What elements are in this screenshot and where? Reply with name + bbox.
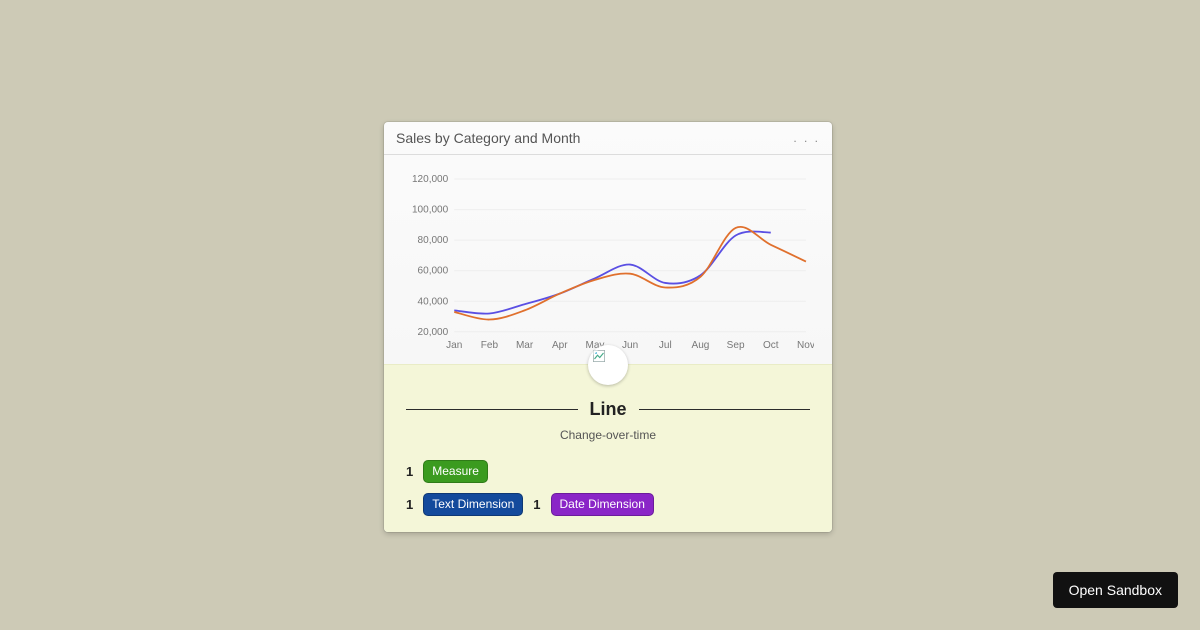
- card-header: Sales by Category and Month . . .: [384, 122, 832, 155]
- svg-text:20,000: 20,000: [418, 327, 449, 338]
- measure-count: 1: [406, 464, 413, 479]
- svg-text:80,000: 80,000: [418, 235, 449, 246]
- svg-text:Oct: Oct: [763, 340, 779, 351]
- pill-row-dimensions: 1 Text Dimension 1 Date Dimension: [406, 493, 810, 516]
- card-more-menu[interactable]: . . .: [793, 131, 820, 145]
- chart-subtitle: Change-over-time: [406, 428, 810, 442]
- svg-text:Feb: Feb: [481, 340, 499, 351]
- svg-text:40,000: 40,000: [418, 296, 449, 307]
- date-dimension-count: 1: [533, 497, 540, 512]
- svg-text:60,000: 60,000: [418, 266, 449, 277]
- avatar: [588, 345, 628, 385]
- date-dimension-pill[interactable]: Date Dimension: [551, 493, 654, 516]
- line-chart: 20,000 40,000 60,000 80,000 100,000 120,000 Ja…: [402, 169, 814, 360]
- svg-text:Aug: Aug: [692, 340, 710, 351]
- text-dimension-count: 1: [406, 497, 413, 512]
- svg-text:Jun: Jun: [622, 340, 638, 351]
- broken-image-icon: [593, 350, 605, 362]
- svg-text:120,000: 120,000: [412, 174, 449, 185]
- svg-text:Nov: Nov: [797, 340, 814, 351]
- text-dimension-pill[interactable]: Text Dimension: [423, 493, 523, 516]
- divider-left: [406, 409, 578, 410]
- svg-text:Apr: Apr: [552, 340, 568, 351]
- card-title: Sales by Category and Month: [396, 130, 580, 146]
- chart-meta-panel: Line Change-over-time 1 Measure 1 Text D…: [384, 364, 832, 532]
- svg-text:Sep: Sep: [727, 340, 745, 351]
- meta-title-line: Line: [406, 399, 810, 420]
- field-pills: 1 Measure 1 Text Dimension 1 Date Dimens…: [406, 460, 810, 516]
- chart-card: Sales by Category and Month . . . 20,000…: [384, 122, 832, 532]
- open-sandbox-button[interactable]: Open Sandbox: [1053, 572, 1178, 608]
- svg-text:100,000: 100,000: [412, 205, 449, 216]
- chart-area: 20,000 40,000 60,000 80,000 100,000 120,000 Ja…: [384, 155, 832, 364]
- divider-right: [639, 409, 811, 410]
- measure-pill[interactable]: Measure: [423, 460, 488, 483]
- chart-type-label: Line: [590, 399, 627, 420]
- svg-text:Jul: Jul: [659, 340, 672, 351]
- svg-text:Jan: Jan: [446, 340, 462, 351]
- pill-row-measure: 1 Measure: [406, 460, 810, 483]
- svg-text:Mar: Mar: [516, 340, 534, 351]
